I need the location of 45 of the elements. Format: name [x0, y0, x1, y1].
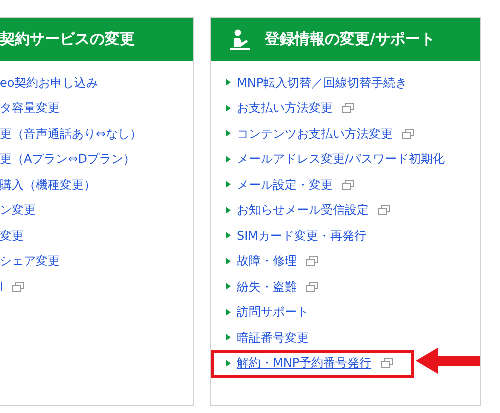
bullet-icon	[226, 360, 231, 367]
bullet-icon	[226, 79, 231, 86]
bullet-icon	[226, 334, 231, 342]
menu-link[interactable]: 更（音声通話あり⇔なし）	[0, 124, 142, 143]
panel-title: 契約サービスの変更	[0, 29, 135, 50]
menu-link[interactable]: メールアドレス変更/パスワード初期化	[237, 150, 446, 168]
menu-link[interactable]: 解約・MNP予約番号発行	[237, 354, 372, 372]
external-window-icon	[306, 256, 318, 266]
bullet-icon	[226, 283, 231, 290]
menu-link[interactable]: 訪問サポート	[237, 303, 309, 322]
external-window-icon	[306, 282, 318, 292]
external-window-icon	[380, 358, 393, 368]
pointer-arrow	[416, 348, 480, 374]
menu-link[interactable]: メール設定・変更	[237, 176, 333, 194]
external-window-icon	[12, 282, 24, 292]
bullet-icon	[226, 308, 231, 316]
bullet-icon	[226, 206, 231, 214]
external-window-icon	[342, 103, 354, 114]
menu-link[interactable]: 故障・修理	[237, 252, 297, 270]
menu-link[interactable]: 更（Aプラン⇔Dプラン）	[0, 150, 136, 168]
menu-link[interactable]: ン変更	[0, 201, 36, 220]
menu-link[interactable]: お支払い方法変更	[237, 99, 333, 118]
person-at-desk-icon	[229, 28, 251, 50]
menu-link[interactable]: MNP転入切替／回線切替手続き	[237, 74, 408, 92]
bullet-icon	[226, 258, 231, 265]
menu-link[interactable]: SIMカード変更・再発行	[237, 226, 367, 245]
menu-link[interactable]: お知らせメール受信設定	[237, 201, 369, 220]
menu-link[interactable]: eo契約お申し込み	[0, 74, 99, 92]
external-window-icon	[342, 180, 354, 190]
bullet-icon	[226, 156, 231, 163]
menu-link[interactable]: シェア変更	[0, 252, 60, 270]
menu-link[interactable]: l	[0, 278, 4, 296]
bullet-icon	[226, 130, 231, 138]
bullet-icon	[226, 181, 231, 188]
menu-link[interactable]: コンテンツお支払い方法変更	[237, 124, 393, 143]
menu-link[interactable]: 紛失・盗難	[237, 278, 297, 296]
bullet-icon	[226, 104, 231, 112]
menu-link[interactable]: 変更	[0, 226, 24, 245]
menu-link[interactable]: 暗証番号変更	[237, 328, 309, 347]
panel-title: 登録情報の変更/サポート	[265, 29, 436, 50]
menu-link[interactable]: タ容量変更	[0, 99, 60, 118]
external-window-icon	[378, 205, 390, 216]
menu-link[interactable]: 購入（機種変更）	[0, 176, 96, 194]
external-window-icon	[402, 128, 414, 139]
bullet-icon	[226, 232, 231, 240]
